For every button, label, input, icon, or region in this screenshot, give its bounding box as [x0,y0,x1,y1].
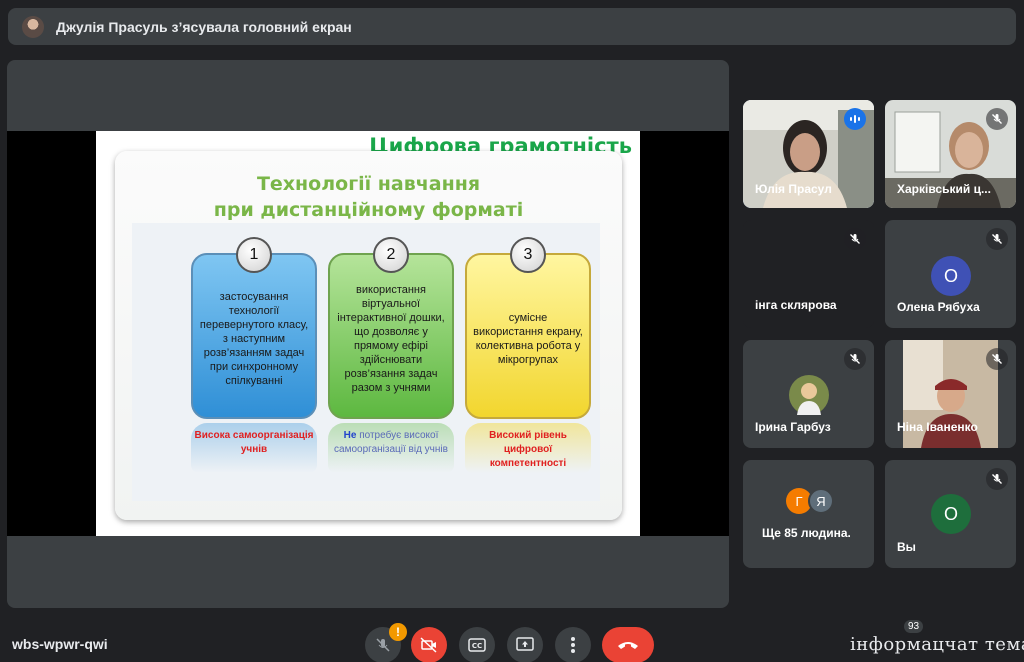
participant-tile-iryna[interactable]: Ірина Гарбуз [743,340,874,448]
participant-name: Ірина Гарбуз [755,420,831,434]
card-text: сумісне використання екрану, колективна … [473,312,583,366]
speaking-indicator-icon [844,108,866,130]
participant-tile-yulia[interactable]: Юлія Прасул [743,100,874,208]
card-note-2: Не потребує високої самоорганізації від … [328,423,454,473]
participant-tile-kharkiv[interactable]: Харківський ц... [885,100,1016,208]
mic-off-icon [986,108,1008,130]
card-note-3: Високий рівень цифрової компетентності [465,423,591,473]
mic-warning-badge: ! [389,623,407,641]
participant-tile-inga[interactable]: інга склярова [743,220,874,328]
participant-name: Ніна Іваненко [897,420,978,434]
present-screen-icon [516,637,534,651]
participant-avatar-small: Я [808,488,834,514]
mic-off-icon [844,348,866,370]
meeting-code: wbs-wpwr-qwi [12,636,108,652]
slide-subtitle: Технології навчання при дистанційному фо… [115,171,622,223]
more-participants-label: Ще 85 людина. [762,526,851,540]
card-text: використання віртуальної інтерактивної д… [337,284,445,394]
participants-count-badge: 93 [904,620,924,633]
note-prefix: Не [343,430,357,441]
more-options-button[interactable] [555,627,591,662]
leave-call-button[interactable] [602,627,654,662]
side-panel-labels[interactable]: інформацчат тема [850,634,1024,655]
mic-off-icon [986,228,1008,250]
participant-name: Олена Рябуха [897,300,980,314]
slide-subtitle-line2: при дистанційному форматі [213,199,524,221]
mic-off-icon [844,228,866,250]
mic-off-icon [986,348,1008,370]
card-text: застосування технології перевернутого кл… [199,291,309,387]
mic-off-icon [986,468,1008,490]
camera-toggle-button[interactable] [411,627,447,662]
shared-screen: Цифрова грамотність Технології навчання … [7,131,729,536]
card-note-1: Висока самоорганізація учнів [191,423,317,473]
svg-text:CC: CC [472,642,482,650]
mic-off-icon [376,638,390,652]
self-name: Вы [897,540,916,554]
self-avatar: О [931,494,971,534]
participant-name: Юлія Прасул [755,182,832,196]
participant-name: інга склярова [755,298,837,312]
slide-subtitle-line1: Технології навчання [256,173,481,195]
slide-panel: Технології навчання при дистанційному фо… [115,151,622,520]
card-number-1: 1 [236,237,272,273]
self-tile[interactable]: О Вы [885,460,1016,568]
captions-button[interactable]: CC [459,627,495,662]
more-vert-icon [571,637,575,653]
presentation-banner: Джулія Прасуль з’ясувала головний екран [8,8,1016,45]
presentation-stage[interactable]: Цифрова грамотність Технології навчання … [7,60,729,608]
camera-off-icon [420,637,437,653]
present-screen-button[interactable] [507,627,543,662]
participant-name: Харківський ц... [897,182,991,196]
participant-tile-olena[interactable]: О Олена Рябуха [885,220,1016,328]
participant-tile-nina[interactable]: Ніна Іваненко [885,340,1016,448]
more-participants-tile[interactable]: Г Я Ще 85 людина. [743,460,874,568]
card-number-2: 2 [373,237,409,273]
banner-text: Джулія Прасуль з’ясувала головний екран [56,18,352,35]
slide-card-2: використання віртуальної інтерактивної д… [328,253,454,419]
presenter-avatar [22,15,44,38]
hang-up-icon [618,642,638,649]
captions-icon: CC [468,638,486,652]
slide-card-3: сумісне використання екрану, колективна … [465,253,591,419]
participant-avatar: О [931,256,971,296]
participant-avatar [789,375,829,415]
slide-card-1: застосування технології перевернутого кл… [191,253,317,419]
card-number-3: 3 [510,237,546,273]
slide: Цифрова грамотність Технології навчання … [96,131,640,536]
